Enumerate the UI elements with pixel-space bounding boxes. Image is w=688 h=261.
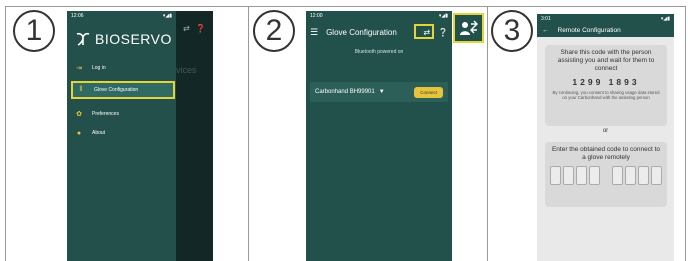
status-time: 12:00: [310, 12, 323, 19]
tutorial-figure: 1 2 3 12:06 ▾◢▮ BIOSERVO ⇥ Log in ⫴ Glov…: [0, 0, 688, 261]
top-border: [5, 6, 685, 7]
code-digit-input[interactable]: [576, 166, 587, 185]
page-title: Glove Configuration: [326, 28, 397, 37]
signal-icon: ▾◢▮: [438, 12, 448, 19]
phone-screen-menu: 12:06 ▾◢▮ BIOSERVO ⇥ Log in ⫴ Glove Conf…: [67, 11, 213, 261]
code-input-group: [545, 166, 667, 185]
dimmed-toolbar-icons: ⇄ ❓: [183, 24, 206, 33]
glove-config-icon: ⫴: [79, 86, 83, 93]
phone-screen-remote-configuration: 3:01 ▾◢▮ ← Remote Configuration Share th…: [537, 14, 674, 261]
code-digit-input[interactable]: [589, 166, 600, 185]
bioservo-logo-icon: [76, 32, 90, 46]
remote-icon: ⇄: [183, 24, 190, 33]
signal-icon: ▾◢▮: [660, 15, 670, 22]
step-number-2: 2: [253, 10, 295, 52]
status-bar: 12:00 ▾◢▮: [306, 11, 452, 20]
highlight-box: [414, 24, 434, 39]
remote-config-icon-zoom: [453, 13, 484, 43]
code-digit-input[interactable]: [625, 166, 636, 185]
status-bar: 3:01 ▾◢▮: [537, 14, 674, 23]
bluetooth-status: Bluetooth powered on: [354, 49, 404, 55]
logo-text: BIOSERVO: [95, 31, 172, 47]
menu-item-preferences[interactable]: ✿ Preferences: [71, 105, 175, 123]
left-border: [5, 6, 6, 261]
right-border: [685, 6, 686, 261]
drawer-scrim[interactable]: [176, 11, 213, 261]
bioservo-logo: BIOSERVO: [75, 29, 175, 49]
connect-button[interactable]: Connect: [414, 86, 443, 98]
step-number-3: 3: [491, 10, 533, 52]
wifi-signal-icon: ▼: [378, 89, 385, 95]
menu-item-label: Glove Configuration: [94, 87, 139, 93]
menu-item-glove-configuration[interactable]: ⫴ Glove Configuration: [71, 81, 175, 99]
login-icon: ⇥: [76, 65, 82, 72]
remote-config-icon: [459, 20, 478, 35]
enter-instruction: Enter the obtained code to connect to a …: [551, 146, 661, 161]
share-code: 1299 1893: [572, 77, 640, 87]
share-instruction: Share this code with the person assistin…: [557, 49, 655, 72]
dimmed-text: vices: [176, 65, 197, 75]
gear-icon: ✿: [76, 111, 82, 118]
step-number-1: 1: [13, 10, 55, 52]
panel-divider: [487, 6, 488, 261]
code-digit-input[interactable]: [563, 166, 574, 185]
menu-item-label: Preferences: [92, 111, 119, 117]
device-name: Carbonhand BH99901: [315, 89, 375, 95]
app-bar: ← Remote Configuration: [537, 23, 674, 37]
enter-code-card: Enter the obtained code to connect to a …: [545, 142, 667, 207]
code-digit-input[interactable]: [550, 166, 561, 185]
page-title: Remote Configuration: [557, 26, 621, 34]
menu-item-label: About: [92, 130, 106, 136]
share-code-card: Share this code with the person assistin…: [545, 45, 667, 126]
code-digit-input[interactable]: [651, 166, 662, 185]
status-time: 3:01: [541, 15, 551, 22]
menu-item-login[interactable]: ⇥ Log in: [71, 59, 175, 77]
status-bar: 12:06 ▾◢▮: [67, 11, 176, 20]
code-digit-input[interactable]: [612, 166, 623, 185]
menu-item-about[interactable]: ● About: [71, 124, 175, 142]
menu-item-label: Log in: [92, 65, 106, 71]
signal-icon: ▾◢▮: [162, 12, 172, 19]
navigation-drawer: 12:06 ▾◢▮ BIOSERVO ⇥ Log in ⫴ Glove Conf…: [67, 11, 176, 261]
consent-text: By continuing, you consent to sharing us…: [552, 90, 660, 100]
phone-screen-glove-configuration: 12:00 ▾◢▮ ☰ Glove Configuration ⇄ ❔ Blue…: [306, 11, 452, 261]
status-time: 12:06: [71, 12, 84, 19]
device-list-item[interactable]: Carbonhand BH99901 ▼ Connect: [310, 82, 448, 102]
menu-icon[interactable]: ☰: [310, 27, 318, 38]
code-digit-input[interactable]: [638, 166, 649, 185]
help-icon[interactable]: ❔: [438, 28, 448, 37]
info-icon: ●: [76, 129, 82, 137]
or-divider: or: [602, 128, 609, 134]
panel-divider: [248, 6, 249, 261]
back-arrow-icon[interactable]: ←: [542, 27, 549, 34]
help-icon: ❓: [195, 24, 206, 33]
